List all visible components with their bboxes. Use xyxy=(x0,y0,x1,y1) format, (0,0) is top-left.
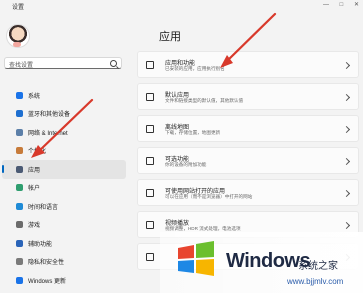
settings-card[interactable]: 可选功能 你的设备的附加功能 xyxy=(137,147,359,174)
sidebar-item[interactable]: 系统 xyxy=(2,86,126,105)
sidebar-item-label: 蓝牙和其他设备 xyxy=(28,112,71,119)
system-icon xyxy=(16,91,23,99)
sidebar-item-label: 隐私和安全性 xyxy=(28,260,65,267)
privacy-icon xyxy=(16,258,23,266)
search-placeholder: 查找设置 xyxy=(9,63,34,69)
settings-card[interactable]: 可使用网站打开的应用 可以在应用（而不是浏览器）中打开的网站 xyxy=(137,179,359,206)
chevron-right-icon xyxy=(342,157,351,166)
bluetooth-icon xyxy=(16,110,23,118)
avatar-decoration xyxy=(13,42,21,47)
chevron-right-icon xyxy=(342,221,351,230)
title-bar: 设置 — □ ✕ xyxy=(0,0,363,12)
sidebar-item[interactable]: 时间和语言 xyxy=(2,197,126,216)
sidebar-nav: 系统蓝牙和其他设备 网络 & Internet 个性化应用帐户时间和语言游戏辅助功能… xyxy=(2,86,126,290)
sidebar-item[interactable]: Windows 更新 xyxy=(2,271,126,290)
sidebar-item-label: Windows 更新 xyxy=(28,278,67,285)
sidebar: 查找设置 系统蓝牙和其他设备 网络 & Internet 个性化应用帐户时间和语言游… xyxy=(0,12,130,293)
watermark-cn: 系统之家 xyxy=(298,261,338,272)
apps-features-icon xyxy=(146,61,154,69)
time-language-icon xyxy=(16,202,23,210)
offline-maps-icon xyxy=(146,125,154,133)
sidebar-item[interactable]: 游戏 xyxy=(2,216,126,235)
apps-icon xyxy=(16,165,23,173)
settings-card[interactable]: 默认应用 文件和链接类型的默认值，其他默认值 xyxy=(137,83,359,110)
page-title: 应用 xyxy=(159,31,181,43)
sidebar-item-label: 应用 xyxy=(28,167,41,174)
sidebar-item-label: 个性化 xyxy=(28,149,47,156)
sidebar-item-label: 网络 & Internet xyxy=(28,130,68,137)
sidebar-item[interactable]: 网络 & Internet xyxy=(2,123,126,142)
settings-card-subtitle: 你的设备的附加功能 xyxy=(165,162,207,167)
windows-update-icon xyxy=(16,276,23,284)
chevron-right-icon xyxy=(342,61,351,70)
settings-card-subtitle: 可以在应用（而不是浏览器）中打开的网站 xyxy=(165,194,253,199)
search-input[interactable]: 查找设置 xyxy=(4,57,122,69)
close-button[interactable]: ✕ xyxy=(354,2,359,8)
sidebar-item-label: 系统 xyxy=(28,93,41,100)
personalization-icon xyxy=(16,147,23,155)
windows-logo-icon xyxy=(178,241,214,276)
sidebar-item[interactable]: 应用 xyxy=(2,160,126,179)
settings-card[interactable]: 离线地图 下载，存储位置，地图更新 xyxy=(137,115,359,142)
sidebar-item[interactable]: 帐户 xyxy=(2,179,126,198)
sidebar-item-label: 辅助功能 xyxy=(28,241,53,248)
search-icon xyxy=(110,60,117,67)
network-icon xyxy=(16,128,23,136)
watermark-url: www.bjjmlv.com xyxy=(287,277,344,286)
sidebar-item[interactable]: 个性化 xyxy=(2,142,126,161)
gaming-icon xyxy=(16,221,23,229)
sidebar-item[interactable]: 蓝牙和其他设备 xyxy=(2,105,126,124)
window-controls: — □ ✕ xyxy=(314,1,359,8)
account-icon xyxy=(16,184,23,192)
sidebar-item-label: 时间和语言 xyxy=(28,204,59,211)
chevron-right-icon xyxy=(342,189,351,198)
video-playback-icon xyxy=(146,221,154,229)
settings-card-subtitle: 已安装的应用，应用执行别名 xyxy=(165,66,225,71)
sidebar-item-label: 帐户 xyxy=(28,186,41,193)
settings-card-subtitle: 下载，存储位置，地图更新 xyxy=(165,130,221,135)
settings-card-subtitle: 文件和链接类型的默认值，其他默认值 xyxy=(165,98,244,103)
chevron-right-icon xyxy=(342,125,351,134)
minimize-button[interactable]: — xyxy=(323,2,329,8)
accessibility-icon xyxy=(16,239,23,247)
maximize-button[interactable]: □ xyxy=(340,2,344,8)
sidebar-item-label: 游戏 xyxy=(28,223,41,230)
websites-apps-icon xyxy=(146,189,154,197)
sidebar-item[interactable]: 辅助功能 xyxy=(2,234,126,253)
settings-card[interactable]: 应用和功能 已安装的应用，应用执行别名 xyxy=(137,51,359,78)
window-title: 设置 xyxy=(12,5,25,11)
sidebar-item[interactable]: 隐私和安全性 xyxy=(2,253,126,272)
startup-icon xyxy=(146,253,154,261)
chevron-right-icon xyxy=(342,93,351,102)
optional-features-icon xyxy=(146,157,154,165)
default-apps-icon xyxy=(146,93,154,101)
